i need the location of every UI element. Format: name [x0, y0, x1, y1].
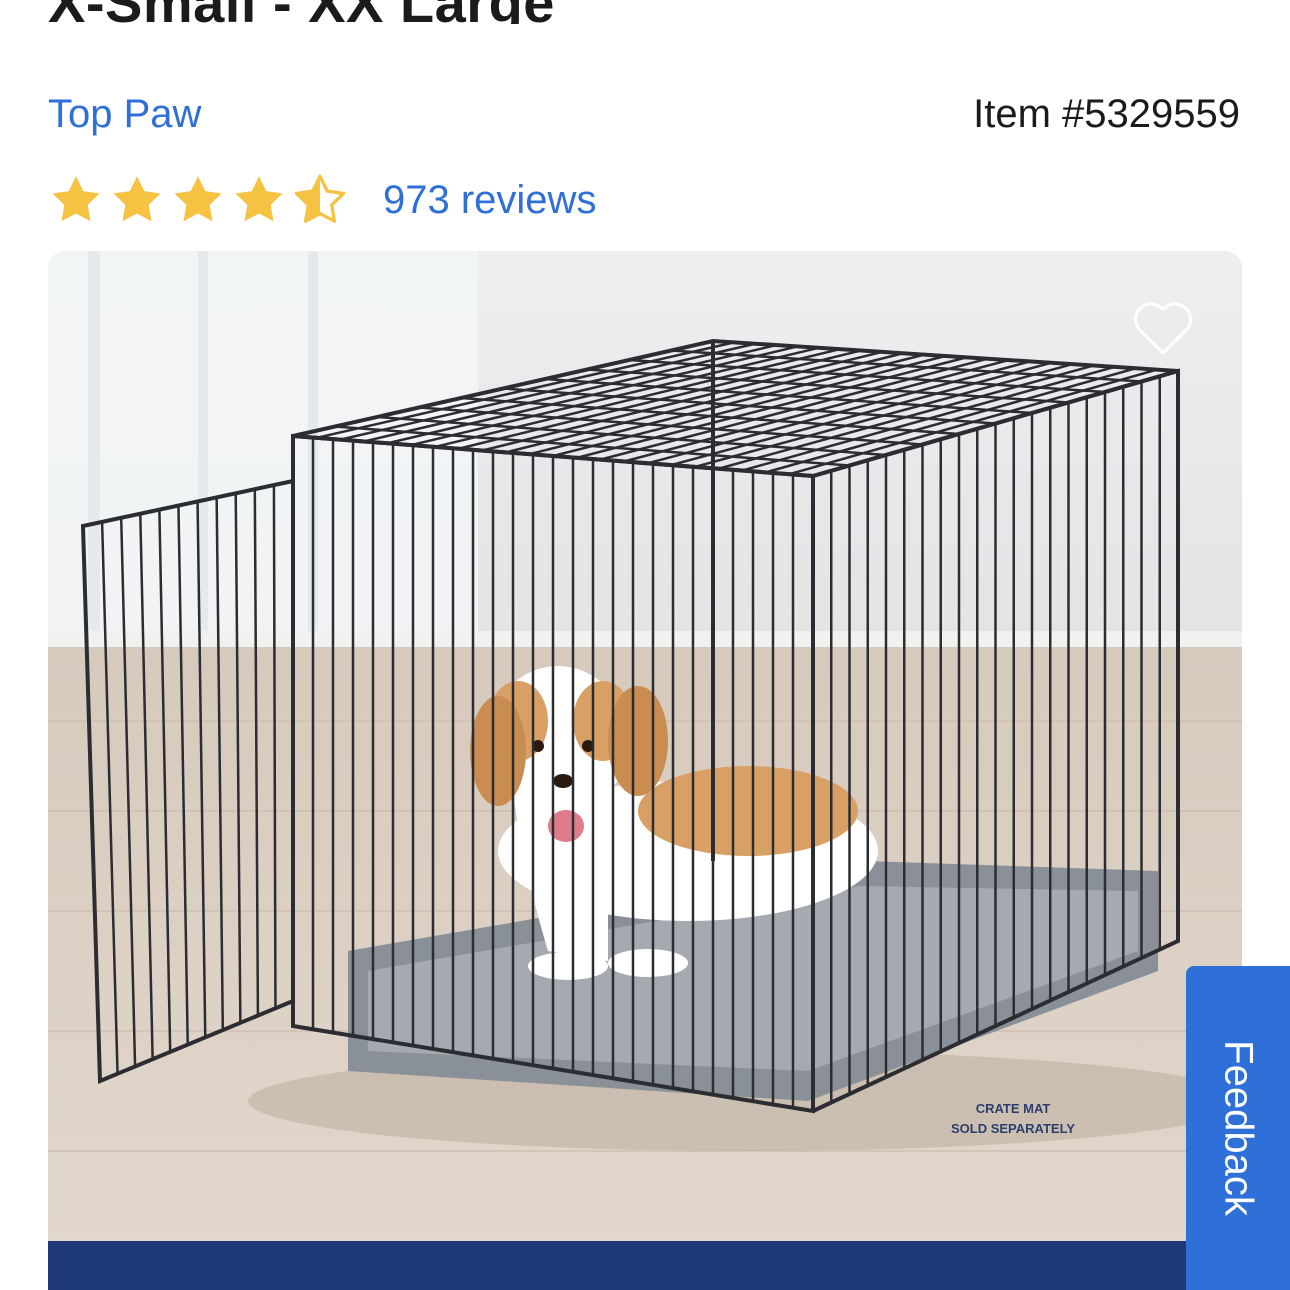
product-title-container: X-Small - XX Large [48, 0, 948, 24]
feedback-label: Feedback [1216, 1040, 1261, 1216]
feedback-tab[interactable]: Feedback [1186, 966, 1290, 1290]
product-title: X-Small - XX Large [48, 0, 555, 24]
image-bottom-banner [48, 1241, 1242, 1290]
product-image[interactable]: CRATE MAT SOLD SEPARATELY [48, 251, 1242, 1290]
star-full-icon [52, 176, 100, 222]
star-full-icon [113, 176, 161, 222]
star-full-icon [174, 176, 222, 222]
crate-wire [272, 485, 277, 1009]
brand-link[interactable]: Top Paw [48, 92, 201, 137]
image-caption-line2: SOLD SEPARATELY [951, 1121, 1075, 1136]
rating-row[interactable]: 973 reviews [48, 170, 596, 230]
star-full-icon [235, 176, 283, 222]
heart-outline-icon[interactable] [1130, 297, 1196, 357]
item-number: Item #5329559 [973, 92, 1240, 136]
dog-crate-photo: CRATE MAT SOLD SEPARATELY [48, 251, 1242, 1247]
image-caption-line1: CRATE MAT [976, 1101, 1051, 1116]
star-half-icon [294, 174, 346, 223]
star-rating [48, 172, 353, 228]
reviews-link[interactable]: 973 reviews [383, 178, 596, 223]
